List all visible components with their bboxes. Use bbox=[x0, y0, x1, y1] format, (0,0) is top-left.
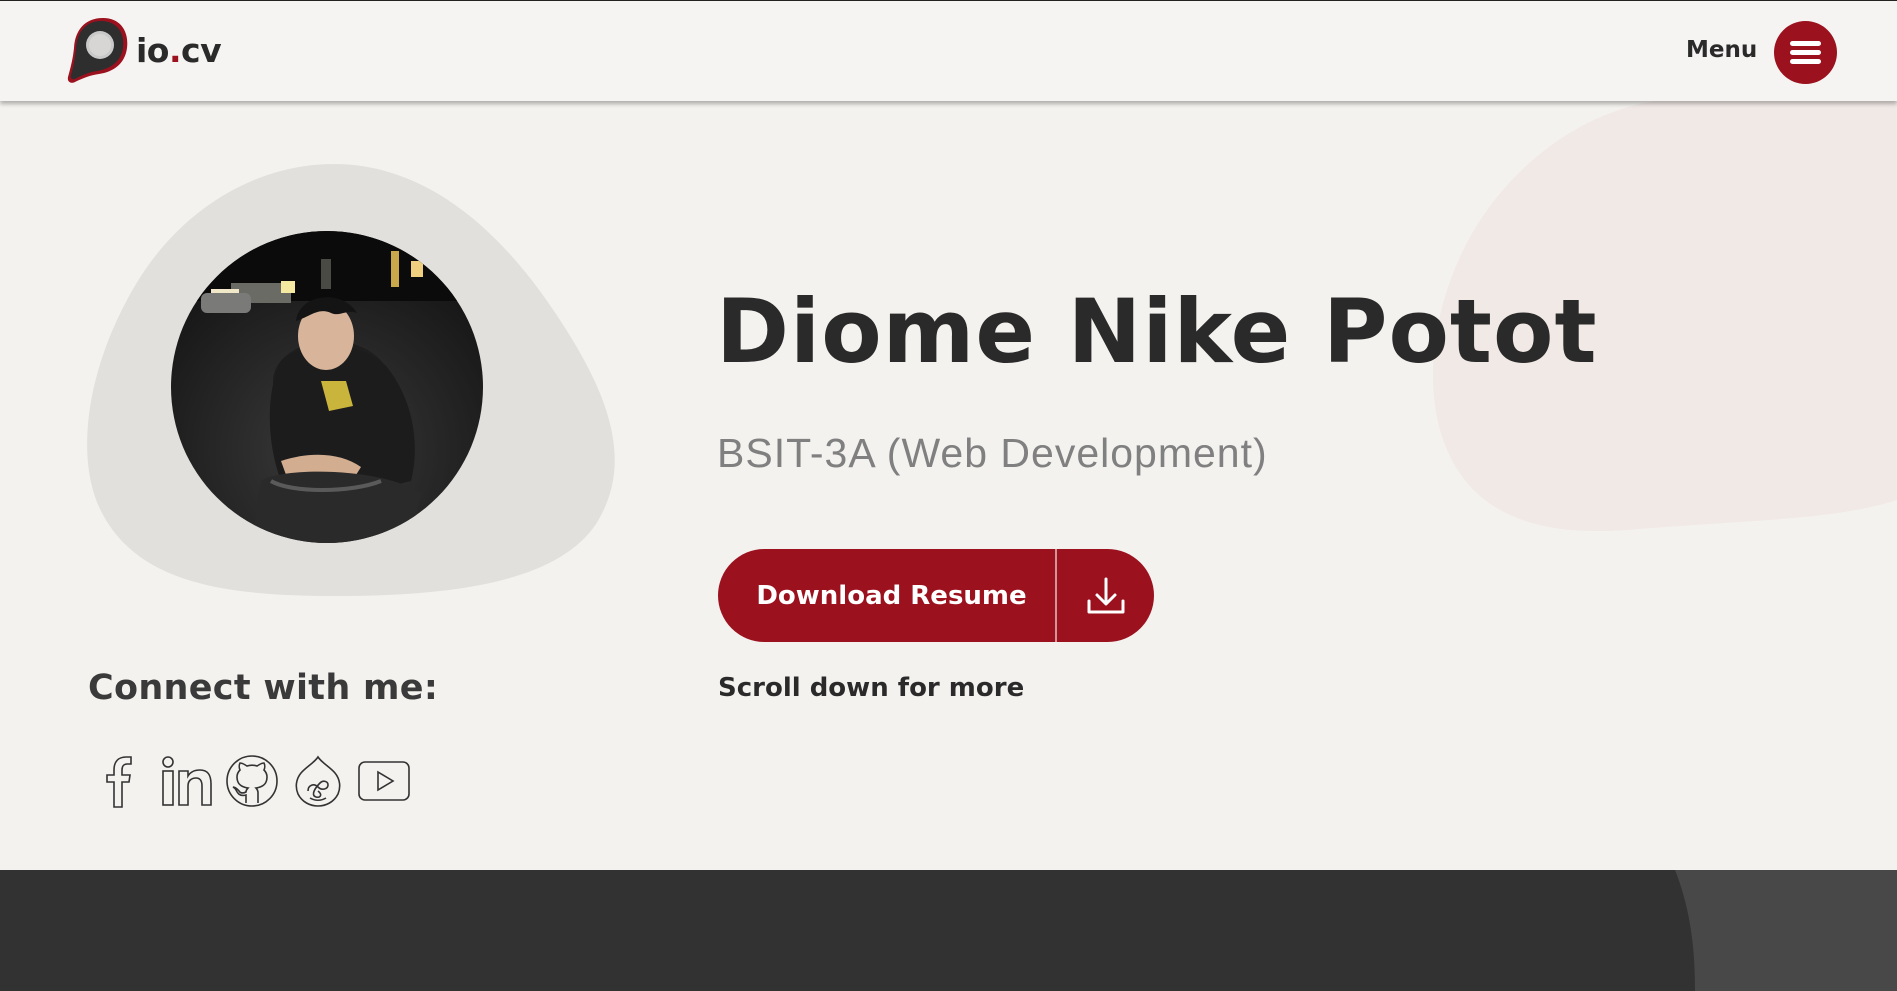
hamburger-icon bbox=[1790, 41, 1821, 46]
github-icon bbox=[226, 755, 278, 807]
site-logo[interactable]: io.cv bbox=[63, 14, 222, 86]
page: io.cv Menu Connect with me: Diome Nike P… bbox=[0, 0, 1897, 991]
youtube-icon bbox=[358, 761, 410, 801]
connect-title: Connect with me: bbox=[88, 668, 439, 708]
facebook-icon bbox=[106, 756, 132, 808]
download-icon bbox=[1087, 577, 1124, 613]
logo-pin-icon bbox=[67, 18, 128, 83]
profile-photo bbox=[171, 231, 483, 543]
profile-name: Diome Nike Potot bbox=[716, 280, 1598, 383]
download-resume-button[interactable]: Download Resume bbox=[718, 549, 1154, 642]
linkedin-link[interactable] bbox=[158, 752, 214, 810]
drupal-link[interactable] bbox=[290, 752, 346, 810]
dark-band-blob bbox=[1675, 870, 1897, 991]
drupal-icon bbox=[295, 755, 341, 807]
github-link[interactable] bbox=[224, 752, 280, 810]
download-icon-wrap bbox=[1057, 549, 1154, 642]
scroll-hint: Scroll down for more bbox=[718, 673, 1025, 703]
hamburger-icon-bar bbox=[1790, 50, 1821, 55]
menu-label[interactable]: Menu bbox=[1686, 37, 1757, 63]
youtube-link[interactable] bbox=[356, 752, 412, 810]
linkedin-icon bbox=[162, 756, 212, 806]
profile-subtitle: BSIT-3A (Web Development) bbox=[717, 430, 1268, 476]
menu-button[interactable] bbox=[1774, 21, 1837, 84]
top-navbar: io.cv Menu bbox=[0, 0, 1897, 101]
hamburger-icon-bar bbox=[1790, 59, 1821, 64]
profile-photo-image bbox=[171, 231, 483, 543]
dark-section bbox=[0, 870, 1897, 991]
logo-text: io.cv bbox=[136, 30, 222, 70]
download-resume-label: Download Resume bbox=[756, 580, 1027, 611]
facebook-link[interactable] bbox=[92, 752, 148, 810]
social-links bbox=[92, 752, 412, 810]
